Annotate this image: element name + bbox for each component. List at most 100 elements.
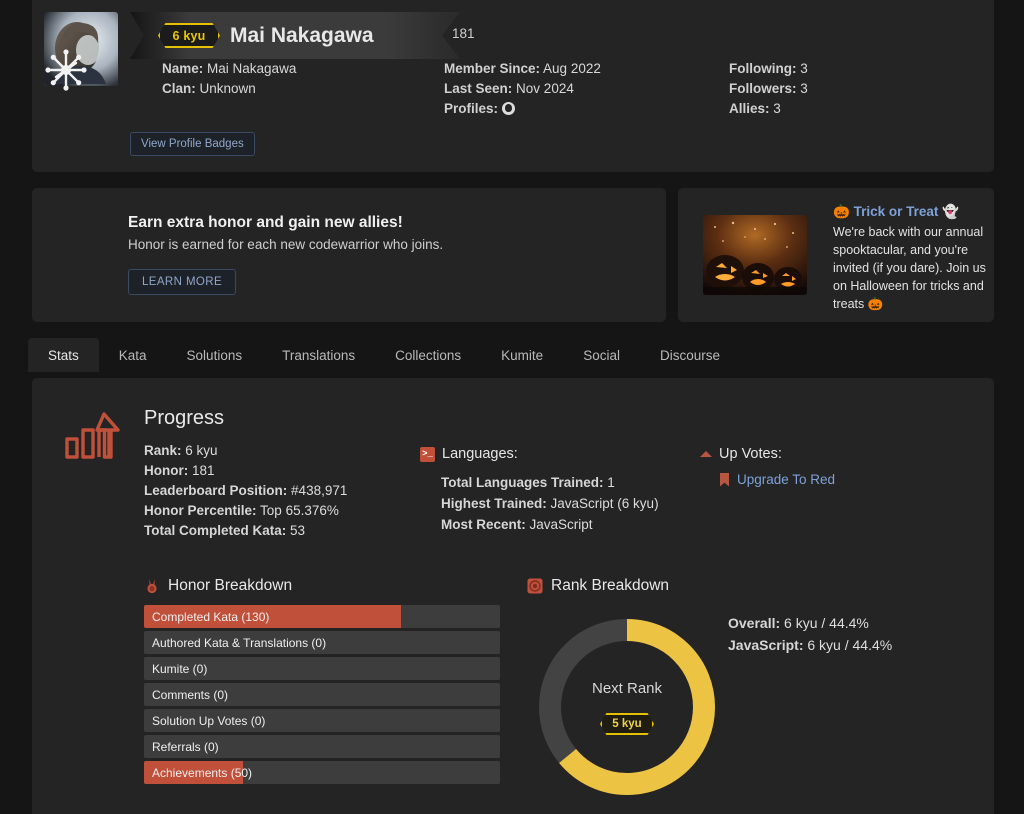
allies-value: 3	[773, 101, 781, 116]
next-rank-label: Next Rank	[591, 680, 663, 697]
ribbon-icon	[720, 472, 729, 487]
caret-up-icon	[700, 451, 712, 457]
honor-breakdown-bar-label: Comments (0)	[152, 687, 229, 702]
last-seen-row: Last Seen: Nov 2024	[444, 79, 601, 99]
percentile-row: Honor Percentile: Top 65.376%	[144, 501, 347, 521]
username: Mai Nakagawa	[230, 23, 374, 47]
rank-breakdown-donut: Next Rank 5 kyu	[532, 607, 722, 807]
percentile-label: Honor Percentile:	[144, 503, 257, 518]
languages-heading-row: >_ Languages:	[420, 446, 518, 462]
honor-breakdown-bar-label: Authored Kata & Translations (0)	[152, 635, 327, 650]
halloween-pumpkins-image	[703, 215, 807, 295]
rank-breakdown-legend: Overall: 6 kyu / 44.4% JavaScript: 6 kyu …	[728, 612, 892, 656]
view-profile-badges-button[interactable]: View Profile Badges	[130, 132, 255, 156]
promo-title-row[interactable]: 🎃 Trick or Treat 👻	[833, 204, 959, 220]
leaderboard-value: #438,971	[291, 483, 348, 498]
codewars-profile-page: 6 kyu Mai Nakagawa 181 Name: Mai Nakagaw…	[0, 0, 1024, 814]
clan-row: Clan: Unknown	[162, 79, 296, 99]
rank-label: Rank:	[144, 443, 182, 458]
upgrade-to-red-link[interactable]: Upgrade To Red	[737, 472, 835, 487]
leaderboard-label: Leaderboard Position:	[144, 483, 288, 498]
honor-label: Honor:	[144, 463, 189, 478]
earn-honor-banner	[32, 188, 666, 322]
tab-collections[interactable]: Collections	[375, 338, 481, 372]
upvotes-heading-row: Up Votes:	[700, 446, 782, 462]
following-row: Following: 3	[729, 59, 808, 79]
rank-badge: 6 kyu	[158, 23, 220, 48]
github-icon[interactable]	[501, 102, 515, 115]
honor-row: Honor: 181	[144, 461, 347, 481]
rank-legend-label: JavaScript:	[728, 637, 804, 653]
allies-row: Allies: 3	[729, 99, 808, 119]
progress-heading: Progress	[144, 407, 225, 429]
honor-breakdown-bar-label: Completed Kata (130)	[152, 609, 270, 624]
username-banner: 6 kyu Mai Nakagawa	[130, 12, 460, 59]
followers-row: Followers: 3	[729, 79, 808, 99]
following-label: Following:	[729, 61, 797, 76]
tab-kata[interactable]: Kata	[99, 338, 167, 372]
percentile-value: Top 65.376%	[260, 503, 339, 518]
honor-breakdown-bar: Referrals (0)	[144, 735, 500, 758]
promo-body: We're back with our annual spooktacular,…	[833, 225, 986, 311]
honor-breakdown-bar: Completed Kata (130)	[144, 605, 500, 628]
followers-label: Followers:	[729, 81, 797, 96]
promo-title[interactable]: Trick or Treat	[854, 204, 939, 219]
tab-translations[interactable]: Translations	[262, 338, 375, 372]
upvotes-heading: Up Votes:	[719, 446, 782, 462]
honor-total: 181	[452, 26, 475, 41]
honor-value: 181	[192, 463, 215, 478]
tab-discourse[interactable]: Discourse	[640, 338, 740, 372]
tab-social[interactable]: Social	[563, 338, 640, 372]
rank-legend-row: Overall: 6 kyu / 44.4%	[728, 612, 892, 634]
honor-breakdown-bar: Kumite (0)	[144, 657, 500, 680]
following-value: 3	[800, 61, 808, 76]
highest-trained-value: JavaScript (6 kyu)	[550, 496, 659, 511]
last-seen-label: Last Seen:	[444, 81, 513, 96]
name-label: Name:	[162, 61, 204, 76]
donut-chart	[539, 619, 715, 795]
name-row: Name: Mai Nakagawa	[162, 59, 296, 79]
rank-legend-value: 6 kyu / 44.4%	[803, 637, 893, 653]
completed-kata-row: Total Completed Kata: 53	[144, 521, 347, 541]
honor-breakdown-bar-label: Kumite (0)	[152, 661, 208, 676]
terminal-icon: >_	[420, 446, 435, 462]
clan-value: Unknown	[199, 81, 256, 96]
languages-heading: Languages:	[442, 446, 518, 462]
banner-title: Earn extra honor and gain new allies!	[128, 214, 403, 231]
highest-trained-label: Highest Trained:	[441, 496, 547, 511]
honor-breakdown-bar-label: Solution Up Votes (0)	[152, 713, 266, 728]
honor-breakdown-chart: Completed Kata (130) Authored Kata & Tran…	[144, 605, 500, 787]
profiles-row: Profiles:	[444, 99, 601, 119]
honor-breakdown-heading-row: Honor Breakdown	[144, 577, 292, 595]
honor-breakdown-bar: Solution Up Votes (0)	[144, 709, 500, 732]
honor-breakdown-bar: Comments (0)	[144, 683, 500, 706]
target-icon	[527, 578, 543, 594]
allies-burst-icon	[40, 44, 92, 96]
total-languages-label: Total Languages Trained:	[441, 475, 604, 490]
learn-more-button[interactable]: LEARN MORE	[128, 269, 237, 295]
name-value: Mai Nakagawa	[207, 61, 297, 76]
member-since-row: Member Since: Aug 2022	[444, 59, 601, 79]
honor-breakdown-bar-label: Referrals (0)	[152, 739, 219, 754]
highest-trained-row: Highest Trained: JavaScript (6 kyu)	[441, 493, 659, 514]
upgrade-to-red-row[interactable]: Upgrade To Red	[720, 472, 835, 487]
banner-subtitle: Honor is earned for each new codewarrior…	[128, 237, 444, 252]
most-recent-label: Most Recent:	[441, 517, 526, 532]
total-languages-row: Total Languages Trained: 1	[441, 472, 659, 493]
rank-legend-value: 6 kyu / 44.4%	[780, 615, 869, 631]
rank-row: Rank: 6 kyu	[144, 441, 347, 461]
tab-stats[interactable]: Stats	[28, 338, 99, 372]
profiles-label: Profiles:	[444, 101, 499, 116]
completed-kata-label: Total Completed Kata:	[144, 523, 287, 538]
member-since-label: Member Since:	[444, 61, 541, 76]
rank-legend-label: Overall:	[728, 615, 781, 631]
honor-breakdown-bar: Achievements (50)	[144, 761, 500, 784]
profile-meta-right: Following: 3 Followers: 3 Allies: 3	[729, 59, 808, 119]
rank-breakdown-title: Rank Breakdown	[551, 577, 670, 594]
tab-kumite[interactable]: Kumite	[481, 338, 563, 372]
completed-kata-value: 53	[290, 523, 306, 538]
total-languages-value: 1	[607, 475, 615, 490]
honor-breakdown-bar: Authored Kata & Translations (0)	[144, 631, 500, 654]
rank-legend-row: JavaScript: 6 kyu / 44.4%	[728, 634, 892, 656]
tab-solutions[interactable]: Solutions	[167, 338, 263, 372]
